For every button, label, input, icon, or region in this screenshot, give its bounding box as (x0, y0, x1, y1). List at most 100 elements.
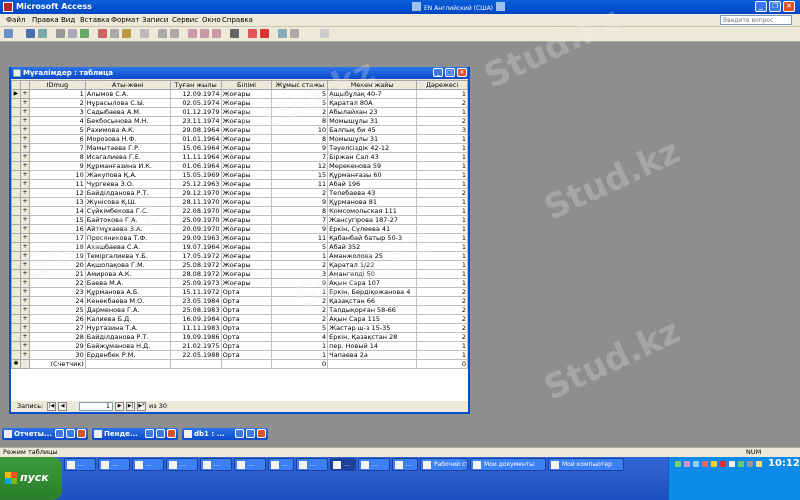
cell-name[interactable]: Дарменова Г.А. (84, 305, 171, 315)
cell-experience[interactable]: 9 (271, 224, 329, 234)
minimized-window-1[interactable]: Отчеты... (2, 428, 88, 440)
cell-name[interactable]: Ақшолақова Г.М. (84, 260, 171, 270)
cell-name[interactable]: Чургеева З.О. (84, 179, 171, 189)
cell-address[interactable]: Ақын Сара 107 (327, 278, 418, 288)
cell-experience[interactable]: 2 (271, 314, 329, 324)
table-row[interactable]: +9 Құрманғазина И.К. 01.06.1964 Жоғары 12 Мер… (11, 161, 468, 171)
copy-icon[interactable] (110, 29, 119, 38)
expand-subdatasheet-icon[interactable]: + (19, 296, 30, 306)
tray-icon[interactable] (738, 461, 744, 467)
cell-experience[interactable]: 9 (271, 143, 329, 153)
record-selector[interactable] (11, 350, 21, 360)
cell-degree[interactable]: 1 (416, 134, 468, 144)
cell-idmug[interactable]: 11 (28, 179, 86, 189)
record-selector[interactable] (11, 134, 21, 144)
taskbar-item[interactable]: ... (98, 458, 130, 471)
cell-education[interactable]: Жоғары (220, 116, 273, 126)
record-selector[interactable] (11, 242, 21, 252)
menu-help[interactable]: Справка (222, 16, 253, 24)
cell-experience[interactable]: 5 (271, 98, 329, 108)
table-row[interactable]: +25 Дарменова Г.А. 25.08.1983 Орта 2 Талдықор… (11, 305, 468, 315)
cell-experience[interactable]: 7 (271, 152, 329, 162)
record-selector[interactable] (11, 98, 21, 108)
cell-education[interactable]: Жоғары (220, 161, 273, 171)
start-button[interactable]: пуск (0, 457, 62, 500)
expand-subdatasheet-icon[interactable]: + (19, 152, 30, 162)
record-selector[interactable] (11, 305, 21, 315)
help-question-input[interactable]: Введите вопрос (720, 15, 792, 25)
table-row[interactable]: +20 Ақшолақова Г.М. 25.08.1972 Жоғары 2 Қарат… (11, 260, 468, 270)
cell-idmug[interactable]: (Счетчик) (28, 359, 86, 369)
cell-birth[interactable]: 28.11.1970 (169, 197, 222, 207)
cell-experience[interactable]: 5 (271, 323, 329, 333)
cell-address[interactable]: Чапаева 2а (327, 350, 418, 360)
cell-education[interactable]: Жоғары (220, 224, 273, 234)
menu-records[interactable]: Записи (142, 16, 168, 24)
paste-icon[interactable] (122, 29, 131, 38)
restore-button[interactable] (145, 429, 154, 438)
cell-idmug[interactable]: 9 (28, 161, 86, 171)
view-icon[interactable] (4, 29, 13, 38)
cell-birth[interactable]: 23.05.1984 (169, 296, 222, 306)
cell-address[interactable]: Жансугірова 187-27 (327, 215, 418, 225)
prev-record-button[interactable]: ◀ (58, 402, 67, 411)
expand-subdatasheet-icon[interactable]: + (19, 287, 30, 297)
close-button[interactable] (167, 429, 176, 438)
table-row[interactable]: +6 Морозова Н.Ф. 01.01.1964 Жоғары 8 Момышұлы… (11, 134, 468, 144)
cell-degree[interactable]: 1 (416, 242, 468, 252)
cell-education[interactable]: Орта (220, 350, 273, 360)
cell-birth[interactable]: 19.07.1964 (169, 242, 222, 252)
cell-experience[interactable]: 9 (271, 278, 329, 288)
expand-subdatasheet-icon[interactable]: + (19, 215, 30, 225)
cell-degree[interactable]: 1 (416, 197, 468, 207)
cell-degree[interactable]: 1 (416, 107, 468, 117)
expand-subdatasheet-icon[interactable]: + (19, 170, 30, 180)
minimized-window-2[interactable]: Пенде... (92, 428, 178, 440)
cell-address[interactable] (327, 359, 418, 369)
column-header-idmug[interactable]: IDmug (28, 80, 86, 90)
cell-degree[interactable]: 1 (416, 179, 468, 189)
cell-birth[interactable]: 16.09.1984 (169, 314, 222, 324)
cell-degree[interactable]: 1 (416, 278, 468, 288)
cell-education[interactable]: Жоғары (220, 107, 273, 117)
cell-name[interactable]: Айтмұхаева З.А. (84, 224, 171, 234)
record-selector[interactable] (11, 341, 21, 351)
table-row[interactable]: +2 Нұрасылова С.Ы. 02.05.1974 Жоғары 5 Қарата… (11, 98, 468, 108)
cell-experience[interactable]: 8 (271, 134, 329, 144)
cell-degree[interactable]: 1 (416, 152, 468, 162)
cell-idmug[interactable]: 25 (28, 305, 86, 315)
cell-education[interactable]: Жоғары (220, 170, 273, 180)
menu-format[interactable]: Формат (111, 16, 139, 24)
table-row[interactable]: +8 Исагалиева Г.Е. 11.11.1964 Жоғары 7 Біржан… (11, 152, 468, 162)
cell-degree[interactable]: 1 (416, 269, 468, 279)
cell-education[interactable]: Орта (220, 332, 273, 342)
menu-file[interactable]: Файл (6, 16, 25, 24)
cell-birth[interactable]: 22.08.1970 (169, 206, 222, 216)
cell-degree[interactable]: 1 (416, 341, 468, 351)
spellcheck-icon[interactable] (80, 29, 89, 38)
taskbar-item[interactable]: ... (358, 458, 390, 471)
cell-degree[interactable]: 2 (416, 188, 468, 198)
record-selector[interactable] (11, 260, 21, 270)
cell-idmug[interactable]: 16 (28, 224, 86, 234)
cell-education[interactable]: Жоғары (220, 215, 273, 225)
cell-education[interactable]: Жоғары (220, 242, 273, 252)
cell-education[interactable] (220, 359, 273, 369)
find-icon[interactable] (230, 29, 239, 38)
cell-experience[interactable]: 1 (271, 287, 329, 297)
cell-name[interactable]: Алымов С.А. (84, 89, 171, 99)
expand-subdatasheet-icon[interactable]: + (19, 269, 30, 279)
cell-idmug[interactable]: 22 (28, 278, 86, 288)
record-selector[interactable] (11, 278, 21, 288)
cell-name[interactable] (84, 359, 171, 369)
cell-name[interactable]: Байділданова Р.Т. (84, 188, 171, 198)
cell-birth[interactable]: 01.06.1964 (169, 161, 222, 171)
table-minimize-button[interactable]: _ (433, 68, 443, 77)
table-row[interactable]: +24 Кенекбаева М.О. 23.05.1984 Орта 2 Қазақст… (11, 296, 468, 306)
cell-name[interactable]: Нұрасылова С.Ы. (84, 98, 171, 108)
cell-birth[interactable]: 12.09.1974 (169, 89, 222, 99)
table-row[interactable]: +27 Нуртазина Т.А. 11.11.1983 Орта 5 Жастар ш… (11, 323, 468, 333)
table-row[interactable]: +17 Просяникова Т.Ф. 29.09.1963 Жоғары 11 Қаб… (11, 233, 468, 243)
cell-degree[interactable]: 1 (416, 350, 468, 360)
table-window-title-bar[interactable]: Мұғалімдер : таблица _ □ ✕ (11, 67, 468, 79)
